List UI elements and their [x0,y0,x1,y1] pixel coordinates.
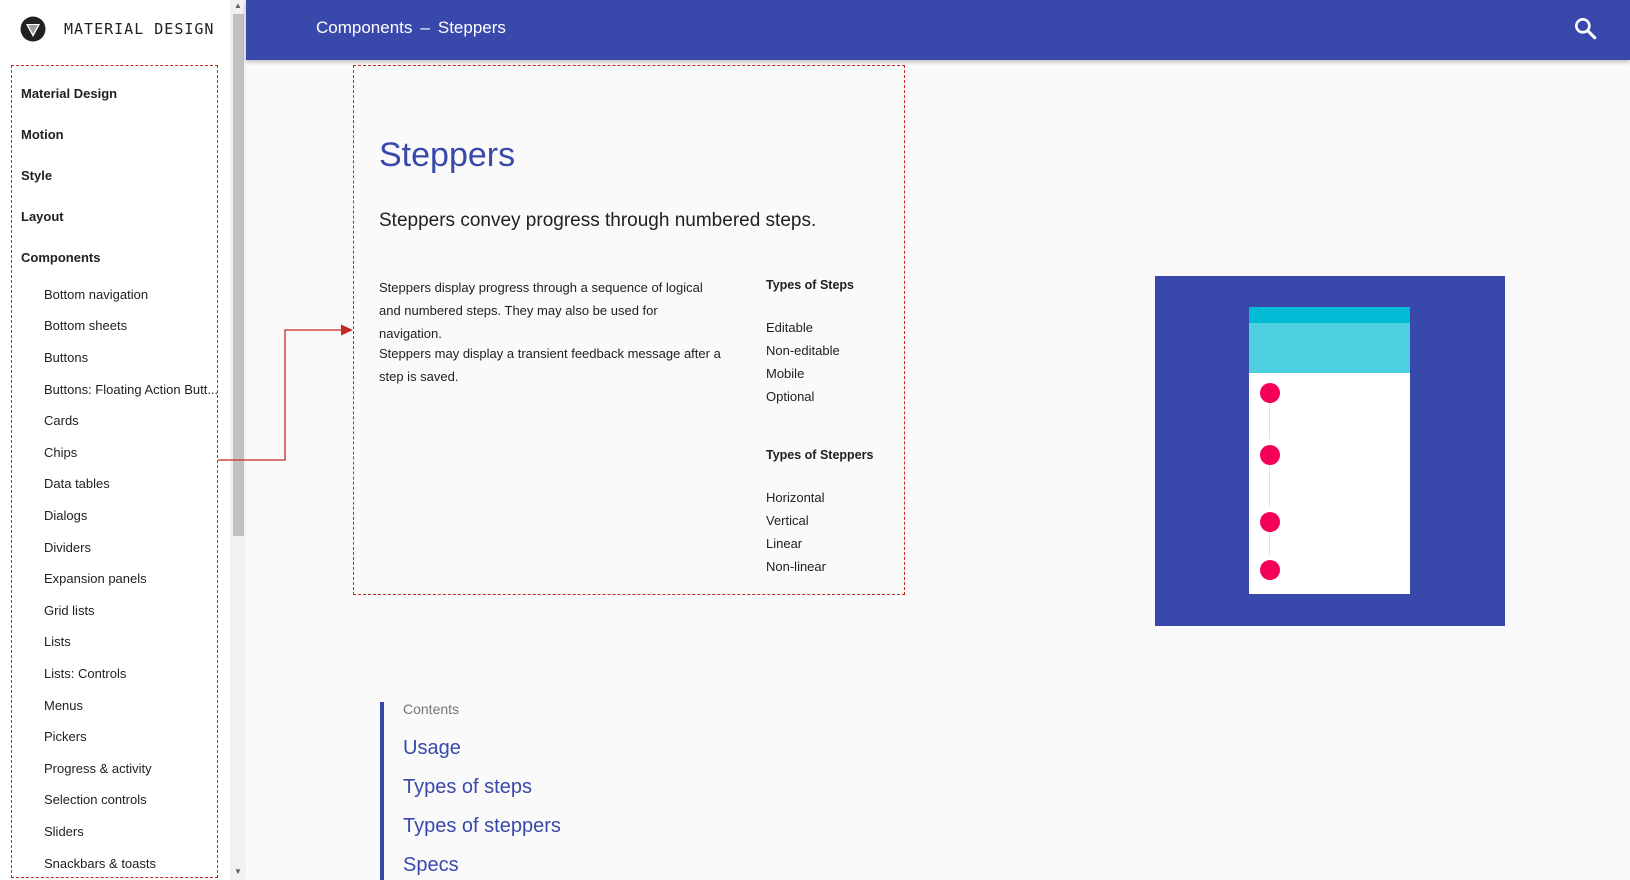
intro-paragraph-2: Steppers may display a transient feedbac… [379,346,721,384]
step-circle [1260,512,1280,532]
step-type-editable[interactable]: Editable [766,320,813,335]
sidebar-item-progress-activity[interactable]: Progress & activity [44,761,152,776]
step-connector-line [1269,400,1270,439]
sidebar-item-chips[interactable]: Chips [44,445,77,460]
sidebar-item-buttons-fab[interactable]: Buttons: Floating Action Butt... [44,382,217,397]
stepper-type-non-linear[interactable]: Non-linear [766,559,826,574]
types-of-steps-heading: Types of Steps [766,278,854,292]
search-icon[interactable] [1572,15,1598,41]
types-of-steppers-heading: Types of Steppers [766,448,874,462]
sidebar-item-dialogs[interactable]: Dialogs [44,508,87,523]
stepper-type-linear[interactable]: Linear [766,536,802,551]
brand-title: MATERIAL DESIGN [64,20,215,38]
phone-status-bar [1249,307,1410,323]
sidebar-item-layout[interactable]: Layout [21,209,64,224]
contents-link-types-of-steps[interactable]: Types of steps [403,776,532,799]
breadcrumb-separator: – [420,18,430,37]
sidebar-item-bottom-navigation[interactable]: Bottom navigation [44,287,148,302]
breadcrumb: Components – Steppers [316,18,506,38]
annotation-arrow [218,324,353,461]
contents-accent-bar [380,702,384,880]
sidebar-item-components[interactable]: Components [21,250,100,265]
sidebar-item-lists[interactable]: Lists [44,634,71,649]
step-type-mobile[interactable]: Mobile [766,366,804,381]
step-connector-line [1269,529,1270,555]
sidebar-item-motion[interactable]: Motion [21,127,64,142]
sidebar-item-bottom-sheets[interactable]: Bottom sheets [44,318,127,333]
stepper-illustration [1155,276,1505,626]
contents-link-specs[interactable]: Specs [403,854,459,877]
phone-app-bar [1249,323,1410,373]
top-app-bar: Components – Steppers [246,0,1630,60]
step-connector-line [1269,462,1270,506]
phone-mockup [1249,307,1410,594]
contents-label: Contents [403,701,460,717]
step-type-optional[interactable]: Optional [766,389,814,404]
brand[interactable]: MATERIAL DESIGN [20,14,214,44]
scroll-up-arrow-icon[interactable]: ▲ [233,2,243,10]
sidebar-item-pickers[interactable]: Pickers [44,729,87,744]
sidebar-item-grid-lists[interactable]: Grid lists [44,603,95,618]
sidebar-item-material-design[interactable]: Material Design [21,86,117,101]
breadcrumb-section[interactable]: Components [316,18,412,37]
sidebar-item-lists-controls[interactable]: Lists: Controls [44,666,126,681]
sidebar-item-selection-controls[interactable]: Selection controls [44,792,147,807]
step-circle [1260,445,1280,465]
step-circle [1260,383,1280,403]
sidebar-item-style[interactable]: Style [21,168,52,183]
sidebar: MATERIAL DESIGN Material Design Motion S… [0,0,230,880]
sidebar-nav: Material Design Motion Style Layout Comp… [11,65,218,878]
sidebar-item-data-tables[interactable]: Data tables [44,476,110,491]
stepper-type-horizontal[interactable]: Horizontal [766,490,825,505]
step-type-non-editable[interactable]: Non-editable [766,343,840,358]
sidebar-item-snackbars-toasts[interactable]: Snackbars & toasts [44,856,156,871]
contents-link-usage[interactable]: Usage [403,737,461,760]
intro-section: Steppers Steppers convey progress throug… [353,65,905,595]
scroll-down-arrow-icon[interactable]: ▼ [233,868,243,876]
sidebar-item-dividers[interactable]: Dividers [44,540,91,555]
contents-link-types-of-steppers[interactable]: Types of steppers [403,815,561,838]
sidebar-item-menus[interactable]: Menus [44,698,83,713]
sidebar-item-cards[interactable]: Cards [44,413,79,428]
material-logo-icon [20,16,46,42]
page-title: Steppers [379,136,516,174]
sidebar-item-buttons[interactable]: Buttons [44,350,88,365]
sidebar-item-sliders[interactable]: Sliders [44,824,84,839]
sidebar-item-expansion-panels[interactable]: Expansion panels [44,571,147,586]
breadcrumb-page: Steppers [437,18,506,37]
intro-paragraph-1: Steppers display progress through a sequ… [379,280,703,341]
stepper-type-vertical[interactable]: Vertical [766,513,809,528]
page-subtitle: Steppers convey progress through numbere… [379,210,817,231]
step-circle [1260,560,1280,580]
